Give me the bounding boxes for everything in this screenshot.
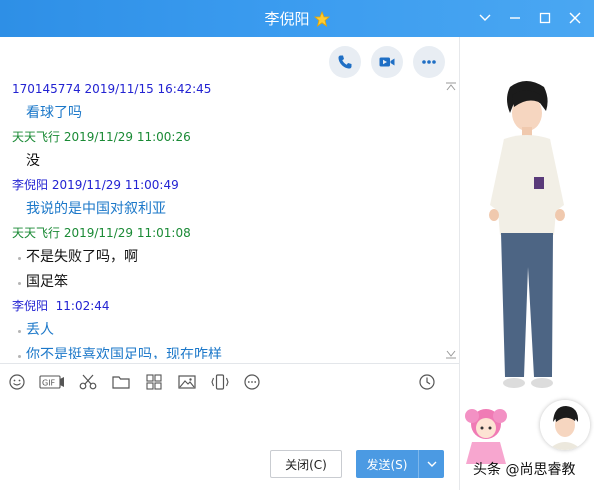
avatar-figure-image: [489, 81, 565, 388]
video-call-button[interactable]: [371, 46, 403, 78]
video-icon: [379, 57, 395, 67]
folder-icon: [112, 376, 130, 389]
watermark-text: 头条 @尚思睿教: [473, 462, 576, 478]
send-button[interactable]: 发送(S): [356, 450, 444, 478]
message-text: 国足笨: [0, 271, 445, 296]
voice-call-button[interactable]: [329, 46, 361, 78]
close-window-button[interactable]: [562, 6, 588, 30]
window-title: 李倪阳: [264, 10, 310, 28]
message-input[interactable]: [0, 397, 459, 447]
gif-icon: GIF: [39, 375, 64, 389]
emoji-icon: [9, 374, 25, 390]
maximize-button[interactable]: [532, 6, 558, 30]
file-button[interactable]: [111, 372, 131, 392]
gif-button[interactable]: GIF: [39, 372, 65, 392]
avatar[interactable]: [540, 400, 590, 450]
close-button[interactable]: 关闭(C): [270, 450, 342, 478]
message-text: 你不是挺喜欢国足吗，现在咋样: [0, 344, 445, 359]
message-list[interactable]: 170145774 2019/11/15 16:42:45 看球了吗 天天飞行 …: [0, 79, 445, 359]
emoji-button[interactable]: [8, 372, 26, 392]
chevron-down-icon: [479, 14, 491, 21]
message-header: 天天飞行 2019/11/29 11:00:26: [12, 130, 191, 144]
avatar-image: [540, 400, 590, 450]
close-icon: [569, 12, 581, 24]
message-text: 看球了吗: [26, 105, 82, 121]
screenshot-button[interactable]: [78, 372, 98, 392]
message-header: 170145774 2019/11/15 16:42:45: [12, 82, 212, 96]
more-tools-button[interactable]: [243, 372, 261, 392]
more-icon: [422, 60, 436, 64]
message-header: 李倪阳 2019/11/29 11:00:49: [12, 178, 179, 192]
message-text: 没: [26, 153, 40, 169]
title-bar: 李倪阳: [0, 0, 594, 37]
shake-icon: [211, 374, 229, 390]
divider: [0, 363, 459, 364]
send-options-button[interactable]: [419, 458, 444, 470]
picture-icon: [178, 375, 196, 389]
picture-button[interactable]: [177, 372, 197, 392]
minimize-button[interactable]: [502, 6, 528, 30]
call-actions: [329, 46, 445, 78]
maximize-icon: [539, 12, 551, 24]
message-header: 天天飞行 2019/11/29 11:01:08: [12, 226, 191, 240]
message-header: 李倪阳 11:02:44: [12, 299, 110, 313]
message-text: 我说的是中国对叙利亚: [26, 201, 166, 217]
more-options-icon: [244, 374, 260, 390]
star-icon: [313, 10, 330, 27]
input-toolbar: GIF: [8, 371, 449, 393]
dropdown-button[interactable]: [472, 6, 498, 30]
image-grid-button[interactable]: [144, 372, 164, 392]
shake-button[interactable]: [210, 372, 230, 392]
show-panel: [460, 37, 594, 490]
message-text: 丢人: [0, 319, 445, 344]
history-button[interactable]: [418, 372, 436, 392]
message-text: 不是失败了吗，啊: [0, 246, 445, 271]
scroll-up-icon[interactable]: [445, 82, 457, 92]
minimize-icon: [510, 17, 520, 19]
scroll-down-icon[interactable]: [445, 349, 457, 359]
clock-icon: [419, 374, 435, 390]
image-grid-icon: [146, 374, 162, 390]
chevron-down-icon: [427, 461, 436, 467]
svg-text:GIF: GIF: [42, 379, 56, 388]
send-button-label[interactable]: 发送(S): [356, 456, 418, 473]
scissors-icon: [79, 374, 97, 390]
more-button[interactable]: [413, 46, 445, 78]
chat-panel: 170145774 2019/11/15 16:42:45 看球了吗 天天飞行 …: [0, 37, 459, 490]
phone-icon: [338, 55, 352, 69]
